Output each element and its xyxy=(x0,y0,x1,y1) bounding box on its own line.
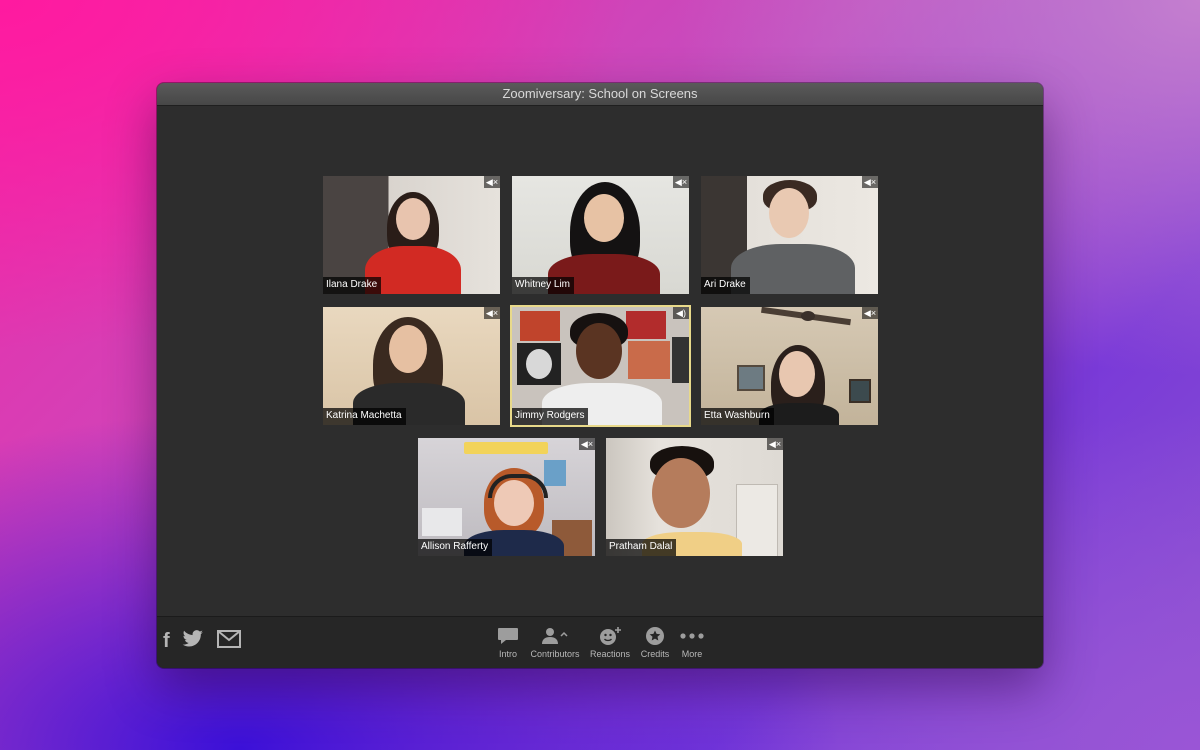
participant-tile-ari-drake[interactable]: ◀× Ari Drake xyxy=(701,176,878,294)
mail-icon[interactable] xyxy=(216,630,241,653)
intro-button[interactable]: Intro xyxy=(493,625,523,659)
participant-tile-etta-washburn[interactable]: ◀× Etta Washburn xyxy=(701,307,878,425)
speaker-muted-icon: ◀× xyxy=(767,438,783,450)
meeting-toolbar: f Intro Contributors Reactions Credits M… xyxy=(157,616,1043,668)
smiley-plus-icon xyxy=(589,625,631,647)
gallery-view: ◀× Ilana Drake ◀× Whitney Lim ◀× Ari Dra… xyxy=(157,106,1043,617)
speaker-muted-icon: ◀× xyxy=(484,307,500,319)
more-button[interactable]: More xyxy=(677,625,707,659)
speaker-muted-icon: ◀× xyxy=(862,307,878,319)
speaker-muted-icon: ◀× xyxy=(484,176,500,188)
facebook-icon[interactable]: f xyxy=(163,630,170,653)
star-badge-icon xyxy=(639,625,671,647)
credits-button[interactable]: Credits xyxy=(639,625,671,659)
window-title: Zoomiversary: School on Screens xyxy=(157,83,1043,106)
participant-tile-ilana-drake[interactable]: ◀× Ilana Drake xyxy=(323,176,500,294)
participant-name: Etta Washburn xyxy=(701,408,774,425)
participant-tile-katrina-machetta[interactable]: ◀× Katrina Machetta xyxy=(323,307,500,425)
participant-name: Katrina Machetta xyxy=(323,408,406,425)
speaker-muted-icon: ◀× xyxy=(579,438,595,450)
participant-tile-allison-rafferty[interactable]: ◀× Allison Rafferty xyxy=(418,438,595,556)
video-call-window: Zoomiversary: School on Screens ◀× Ilana… xyxy=(157,83,1043,668)
more-dots-icon xyxy=(677,625,707,647)
share-links: f xyxy=(163,630,249,654)
participant-name: Ilana Drake xyxy=(323,277,382,294)
chat-bubble-icon xyxy=(493,625,523,647)
speaker-on-icon: ◀) xyxy=(673,307,689,319)
contributors-button[interactable]: Contributors xyxy=(529,625,581,659)
participant-name: Whitney Lim xyxy=(512,277,575,294)
reactions-button[interactable]: Reactions xyxy=(589,625,631,659)
speaker-muted-icon: ◀× xyxy=(862,176,878,188)
speaker-muted-icon: ◀× xyxy=(673,176,689,188)
participant-tile-pratham-dalal[interactable]: ◀× Pratham Dalal xyxy=(606,438,783,556)
participant-name: Pratham Dalal xyxy=(606,539,677,556)
twitter-icon[interactable] xyxy=(182,630,204,653)
person-chevron-up-icon xyxy=(529,625,581,647)
participant-name: Ari Drake xyxy=(701,277,750,294)
participant-tile-jimmy-rodgers[interactable]: ◀) Jimmy Rodgers xyxy=(510,305,691,427)
participant-name: Allison Rafferty xyxy=(418,539,493,556)
participant-tile-whitney-lim[interactable]: ◀× Whitney Lim xyxy=(512,176,689,294)
participant-name: Jimmy Rodgers xyxy=(512,408,589,425)
